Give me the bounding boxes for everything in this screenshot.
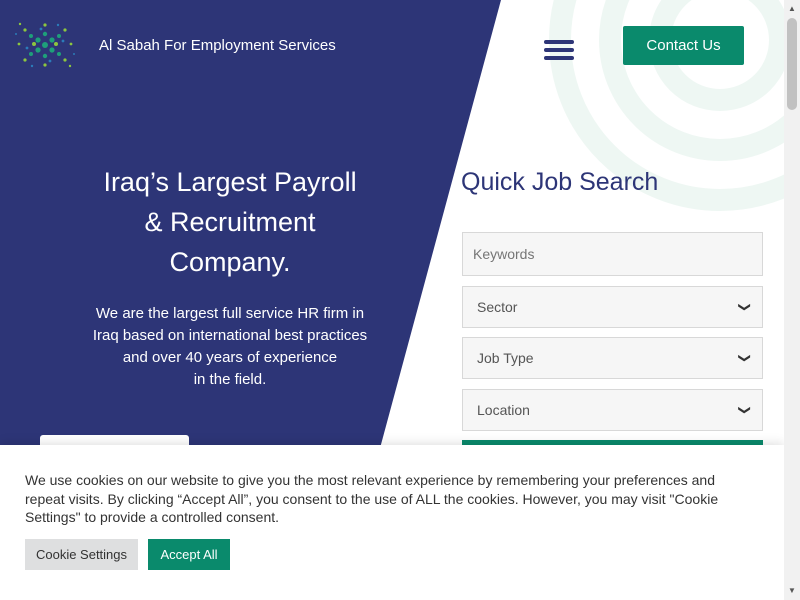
sector-select-value: Sector	[477, 299, 518, 315]
hero-text-line: in the field.	[193, 371, 267, 388]
chevron-down-icon: ❯	[737, 301, 752, 313]
job-type-select[interactable]: Job Type ❯	[462, 337, 763, 379]
sector-select[interactable]: Sector ❯	[462, 286, 763, 328]
brand[interactable]: Al Sabah For Employment Services	[12, 14, 336, 76]
cookie-consent-banner: We use cookies on our website to give yo…	[0, 445, 784, 600]
page-scrollbar[interactable]: ▲ ▼	[784, 0, 800, 600]
hero-title-line: & Recruitment	[144, 207, 316, 237]
starburst-logo-icon	[15, 22, 75, 68]
cookie-consent-text: We use cookies on our website to give yo…	[25, 472, 719, 525]
chevron-down-icon: ❯	[737, 352, 752, 364]
hero-text-line: We are the largest full service HR firm …	[95, 305, 365, 322]
scroll-up-arrow-icon[interactable]: ▲	[788, 4, 796, 13]
scroll-down-arrow-icon[interactable]: ▼	[788, 586, 796, 595]
site-name[interactable]: Al Sabah For Employment Services	[99, 37, 336, 54]
hamburger-icon-bar	[544, 48, 574, 52]
chevron-down-icon: ❯	[737, 404, 752, 416]
hero-title-line: Company.	[169, 247, 291, 277]
hamburger-icon-bar	[544, 56, 574, 60]
hero-text-line: Iraq based on international best practic…	[92, 327, 368, 344]
cookie-settings-button[interactable]: Cookie Settings	[25, 539, 138, 570]
scrollbar-thumb[interactable]	[787, 18, 797, 110]
hero-text-line: and over 40 years of experience	[122, 349, 338, 366]
hero-title-line: Iraq’s Largest Payroll	[103, 167, 357, 197]
job-type-select-value: Job Type	[477, 350, 534, 366]
hamburger-menu-button[interactable]	[544, 40, 574, 62]
keywords-input[interactable]	[462, 232, 763, 276]
hamburger-icon-bar	[544, 40, 574, 44]
job-search-title: Quick Job Search	[461, 168, 659, 196]
hero-title: Iraq’s Largest Payroll & Recruitment Com…	[30, 162, 430, 282]
location-select[interactable]: Location ❯	[462, 389, 763, 431]
location-select-value: Location	[477, 402, 530, 418]
accept-all-button[interactable]: Accept All	[148, 539, 230, 570]
contact-us-button[interactable]: Contact Us	[623, 26, 744, 65]
hero-description: We are the largest full service HR firm …	[30, 303, 430, 391]
